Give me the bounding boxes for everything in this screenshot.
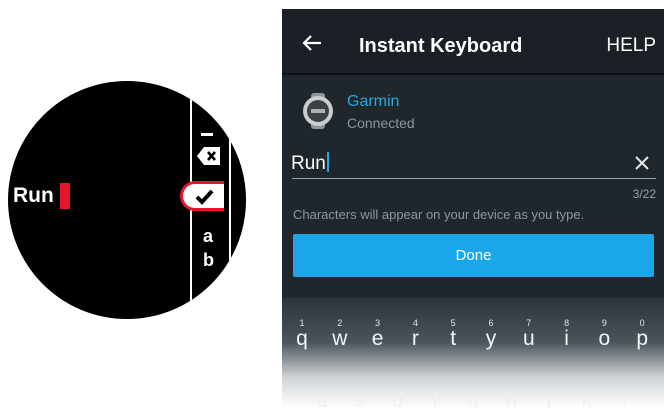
page-title: Instant Keyboard xyxy=(359,35,523,57)
text-caret xyxy=(326,152,329,172)
key-letter: o xyxy=(598,327,611,350)
arrow-left-icon[interactable] xyxy=(302,34,322,52)
help-button[interactable]: HELP xyxy=(606,35,656,57)
key-g[interactable]: g xyxy=(455,390,491,408)
key-letter: y xyxy=(485,327,497,350)
key-letter: r xyxy=(411,327,419,350)
app-bar: Instant Keyboard HELP xyxy=(282,9,664,75)
key-letter: l xyxy=(622,390,627,408)
checkmark-icon xyxy=(195,189,214,205)
done-button[interactable]: Done xyxy=(293,234,654,277)
key-s[interactable]: s xyxy=(342,390,378,408)
app-bar-divider xyxy=(282,73,664,75)
key-k[interactable]: k xyxy=(569,390,605,408)
key-i[interactable]: 8i xyxy=(549,298,585,350)
key-f[interactable]: f xyxy=(417,390,453,408)
key-letter: d xyxy=(392,390,404,408)
key-letter: s xyxy=(354,390,365,408)
key-d[interactable]: d xyxy=(380,390,416,408)
device-status: Connected xyxy=(347,115,415,131)
key-e[interactable]: 3e xyxy=(360,298,396,350)
key-h[interactable]: h xyxy=(493,390,529,408)
key-letter: p xyxy=(636,327,649,350)
key-letter: k xyxy=(581,390,592,408)
input-underline xyxy=(292,178,656,179)
device-name[interactable]: Garmin xyxy=(347,93,399,111)
watch-confirm-key[interactable] xyxy=(180,181,224,211)
key-r[interactable]: 4r xyxy=(397,298,433,350)
key-t[interactable]: 5t xyxy=(435,298,471,350)
watch-icon xyxy=(303,93,333,129)
key-letter: t xyxy=(450,327,457,350)
backspace-icon[interactable] xyxy=(196,145,222,167)
helper-text: Characters will appear on your device as… xyxy=(293,207,585,222)
key-letter: q xyxy=(296,327,308,350)
watch-space-key[interactable] xyxy=(201,133,213,136)
text-input[interactable]: Run xyxy=(291,152,329,175)
key-u[interactable]: 7u xyxy=(511,298,547,350)
watch-letter-a[interactable]: a xyxy=(203,226,213,247)
key-letter: j xyxy=(546,390,552,408)
watch-divider-right xyxy=(229,81,231,319)
key-y[interactable]: 6y xyxy=(473,298,509,350)
watch-letter-b[interactable]: b xyxy=(203,250,214,271)
key-p[interactable]: 0p xyxy=(624,298,660,350)
key-l[interactable]: l xyxy=(606,390,642,408)
close-icon[interactable] xyxy=(634,155,650,171)
key-letter: i xyxy=(564,327,569,350)
key-w[interactable]: 2w xyxy=(322,298,358,350)
phone-screen: Instant Keyboard HELP Garmin Connected R… xyxy=(282,9,664,408)
text-input-value: Run xyxy=(291,153,326,174)
key-letter: u xyxy=(522,327,535,350)
key-a[interactable]: a xyxy=(304,390,340,408)
watch-input-text: Run xyxy=(13,184,54,207)
key-o[interactable]: 9o xyxy=(586,298,622,350)
character-count: 3/22 xyxy=(632,187,656,201)
key-letter: a xyxy=(316,390,328,408)
key-j[interactable]: j xyxy=(531,390,567,408)
watch-face: Run a b xyxy=(8,81,246,319)
key-letter: e xyxy=(371,327,384,350)
key-letter: g xyxy=(467,390,479,408)
watch-cursor xyxy=(60,183,70,209)
key-letter: f xyxy=(432,390,439,408)
key-q[interactable]: 1q xyxy=(284,298,320,350)
key-letter: h xyxy=(505,390,517,408)
soft-keyboard: 1q2w3e4r5t6y7u8i9o0p a s d f g h j k l xyxy=(282,298,664,408)
key-letter: w xyxy=(332,327,348,350)
